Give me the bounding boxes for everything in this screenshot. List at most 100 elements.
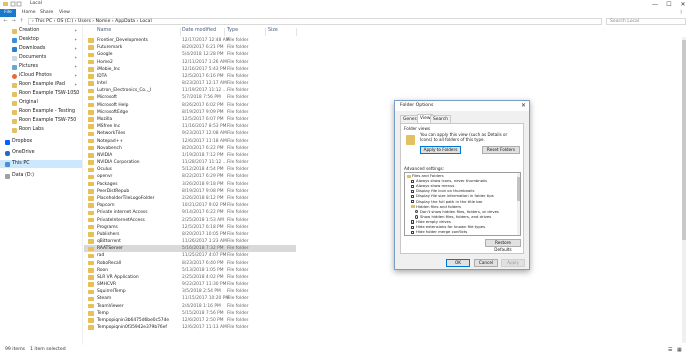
large-icons-view-icon[interactable]: ▦ bbox=[677, 345, 682, 355]
column-divider[interactable] bbox=[224, 28, 225, 36]
file-row[interactable]: Notepad++ 12/6/2017 11:18 AM File folder bbox=[84, 138, 296, 145]
file-row[interactable]: Frontier_Developments 12/17/2017 12:48 AM… bbox=[84, 37, 296, 44]
nav-item-pictures[interactable]: Pictures ✦ bbox=[0, 63, 82, 71]
column-divider[interactable] bbox=[265, 28, 266, 36]
checkbox[interactable]: ✓ bbox=[411, 230, 415, 234]
nav-item-desktop[interactable]: Desktop ✦ bbox=[0, 36, 82, 44]
file-row[interactable]: Microsoft 5/7/2018 7:56 PM File folder bbox=[84, 94, 296, 101]
file-row[interactable]: Steam 11/15/2017 10:20 PM File folder bbox=[84, 295, 296, 302]
file-row[interactable]: Roon 5/13/2018 1:05 PM File folder bbox=[84, 267, 296, 274]
nav-item-roon-example-ipad[interactable]: Roon Example iPad ✦ bbox=[0, 81, 82, 89]
file-row[interactable]: RoboRecall 8/23/2017 6:40 PM File folder bbox=[84, 260, 296, 267]
file-row[interactable]: Packages 3/26/2018 9:18 PM File folder bbox=[84, 181, 296, 188]
apply-to-folders-button[interactable]: Apply to Folders bbox=[420, 146, 461, 154]
file-row[interactable]: SMHCVR 9/22/2017 11:30 PM File folder bbox=[84, 281, 296, 288]
file-row[interactable]: SLR VR Application 2/25/2018 4:02 PM File … bbox=[84, 274, 296, 281]
file-row[interactable]: Novabench 8/20/2017 6:22 PM File folder bbox=[84, 145, 296, 152]
file-row[interactable]: Private internet Access 9/14/2017 6:22 PM… bbox=[84, 209, 296, 216]
apply-button[interactable]: Apply bbox=[501, 259, 525, 267]
checkbox[interactable]: ✓ bbox=[411, 194, 415, 199]
radio-button[interactable] bbox=[415, 210, 419, 214]
checkbox[interactable]: ✓ bbox=[411, 220, 415, 224]
file-row[interactable]: Lutron_Electronics_Co.,_I 11/19/2017 11:1… bbox=[84, 87, 296, 94]
file-row[interactable]: Microsoft Help 8/26/2017 6:02 PM File fold… bbox=[84, 102, 296, 109]
file-row[interactable]: MSfree Inc 11/16/2017 8:53 PM File folder bbox=[84, 123, 296, 130]
file-row[interactable]: NVIDIA 1/19/2018 7:12 PM File folder bbox=[84, 152, 296, 159]
file-row[interactable]: Google 5/4/2018 12:28 PM File folder bbox=[84, 51, 296, 58]
file-row[interactable]: PrivateInternetAccess 2/25/2018 1:53 AM Fi… bbox=[84, 217, 296, 224]
up-icon[interactable]: ↑ bbox=[18, 18, 25, 25]
column-type[interactable]: Type bbox=[227, 28, 238, 33]
details-view-icon[interactable]: ☰ bbox=[668, 345, 672, 355]
nav-item-original[interactable]: Original bbox=[0, 99, 82, 107]
advanced-settings-list[interactable]: Files and Folders Always show icons, neve… bbox=[404, 172, 521, 236]
nav-item-creation[interactable]: Creation ✦ bbox=[0, 27, 82, 35]
file-row[interactable]: NVIDIA Corporation 11/28/2017 11:12 ... Fi… bbox=[84, 159, 296, 166]
nav-item-data-d[interactable]: Data (D:) bbox=[0, 172, 82, 180]
nav-item-dropbox[interactable]: Dropbox bbox=[0, 138, 82, 146]
nav-item-icloud-photos[interactable]: iCloud Photos ✦ bbox=[0, 72, 82, 80]
file-row[interactable]: rad 11/25/2017 4:07 PM File folder bbox=[84, 252, 296, 259]
file-row[interactable]: Publishers 8/20/2017 10:05 PM File folder bbox=[84, 231, 296, 238]
tab-view[interactable]: View bbox=[59, 9, 70, 17]
file-row[interactable]: Mozilla 12/5/2017 6:07 PM File folder bbox=[84, 116, 296, 123]
file-row[interactable]: qBittorrent 11/26/2017 1:23 AM File folder bbox=[84, 238, 296, 245]
file-row[interactable]: Tempopiqnin3b6475d6be0c57de 12/6/2017 2:5… bbox=[84, 317, 296, 324]
address-bar[interactable]: › This PC › OS (C:) › Users › Nomie › Ap… bbox=[28, 18, 602, 25]
tab-share[interactable]: Share bbox=[40, 9, 53, 17]
column-divider[interactable] bbox=[180, 28, 181, 36]
forward-icon[interactable]: → bbox=[10, 18, 17, 25]
nav-item-roon-labs[interactable]: Roon Labs bbox=[0, 126, 82, 134]
column-name[interactable]: Name bbox=[97, 28, 111, 33]
column-divider[interactable] bbox=[296, 28, 297, 36]
tab-file[interactable]: File bbox=[0, 9, 16, 17]
file-row[interactable]: openvr 8/22/2017 6:29 PM File folder bbox=[84, 173, 296, 180]
file-row[interactable]: Programs 12/5/2017 6:18 PM File folder bbox=[84, 224, 296, 231]
file-row[interactable]: iMobie_Inc 12/16/2017 5:43 PM File folder bbox=[84, 66, 296, 73]
ok-button[interactable]: OK bbox=[446, 259, 470, 267]
quick-access-toolbar[interactable] bbox=[3, 1, 27, 7]
cancel-button[interactable]: Cancel bbox=[474, 259, 498, 267]
tab-home[interactable]: Home bbox=[22, 9, 36, 17]
file-row[interactable]: Oculus 5/12/2018 4:54 PM File folder bbox=[84, 166, 296, 173]
nav-item-this-pc[interactable]: This PC bbox=[0, 160, 82, 168]
column-size[interactable]: Size bbox=[268, 28, 278, 33]
column-date-modified[interactable]: Date modified bbox=[182, 28, 216, 33]
file-row[interactable]: Tempopiqnin0f35942e379b76ef 12/6/2017 11:… bbox=[84, 324, 296, 331]
file-row[interactable]: Futuremark 8/20/2017 6:21 PM File folder bbox=[84, 44, 296, 51]
nav-item-documents[interactable]: Documents ✦ bbox=[0, 54, 82, 62]
checkbox[interactable]: ✓ bbox=[411, 189, 415, 193]
minimize-button[interactable]: — bbox=[648, 0, 662, 9]
close-button[interactable]: ✕ bbox=[676, 0, 690, 9]
checkbox[interactable]: ✓ bbox=[411, 225, 415, 229]
restore-defaults-button[interactable]: Restore Defaults bbox=[485, 239, 521, 252]
file-row[interactable]: Home2 12/11/2017 1:26 AM File folder bbox=[84, 59, 296, 66]
nav-item-roon-example-tsw-750[interactable]: Roon Example TSW-750 bbox=[0, 117, 82, 125]
maximize-button[interactable]: ☐ bbox=[662, 0, 676, 9]
help-icon[interactable]: ? bbox=[680, 9, 682, 17]
checkbox[interactable] bbox=[411, 200, 415, 204]
reset-folders-button[interactable]: Reset Folders bbox=[482, 146, 520, 154]
file-row[interactable]: PeerDistRepub 8/19/2017 9:08 PM File folde… bbox=[84, 188, 296, 195]
checkbox[interactable] bbox=[411, 184, 415, 188]
nav-item-roon-example-tsw-1050[interactable]: Roon Example TSW-1050 ✦ bbox=[0, 90, 82, 98]
file-row[interactable]: IDTA 12/5/2017 6:16 PM File folder bbox=[84, 73, 296, 80]
file-row[interactable]: Popcorn 10/21/2017 9:02 PM File folder bbox=[84, 202, 296, 209]
scrollbar-thumb[interactable] bbox=[682, 40, 686, 240]
back-icon[interactable]: ← bbox=[2, 18, 9, 25]
file-row[interactable]: SquirrelTemp 3/5/2018 2:54 PM File folder bbox=[84, 288, 296, 295]
nav-item-roon-example-testing[interactable]: Roon Example - Testing bbox=[0, 108, 82, 116]
file-row[interactable]: MicrosoftEdge 8/19/2017 9:09 PM File folde… bbox=[84, 109, 296, 116]
file-row[interactable]: NetworkTiles 9/23/2017 12:08 AM File folde… bbox=[84, 130, 296, 137]
file-row[interactable]: TeamViewer 2/4/2018 1:16 PM File folder bbox=[84, 303, 296, 310]
file-row[interactable]: Intel 8/23/2017 12:17 AM File folder bbox=[84, 80, 296, 87]
close-icon[interactable]: ✕ bbox=[521, 101, 526, 111]
file-row[interactable]: Temp 5/15/2018 7:56 PM File folder bbox=[84, 310, 296, 317]
advanced-scrollbar-thumb[interactable] bbox=[516, 177, 520, 201]
search-input[interactable]: Search Local bbox=[606, 18, 686, 25]
nav-item-downloads[interactable]: Downloads ✦ bbox=[0, 45, 82, 53]
file-row[interactable]: PlaceholderTileLogoFolder 2/26/2018 8:12 … bbox=[84, 195, 296, 202]
file-row[interactable]: RAATServer 5/16/2018 7:32 PM File folder bbox=[84, 245, 296, 253]
nav-item-onedrive[interactable]: OneDrive bbox=[0, 149, 82, 157]
checkbox[interactable] bbox=[411, 179, 415, 183]
